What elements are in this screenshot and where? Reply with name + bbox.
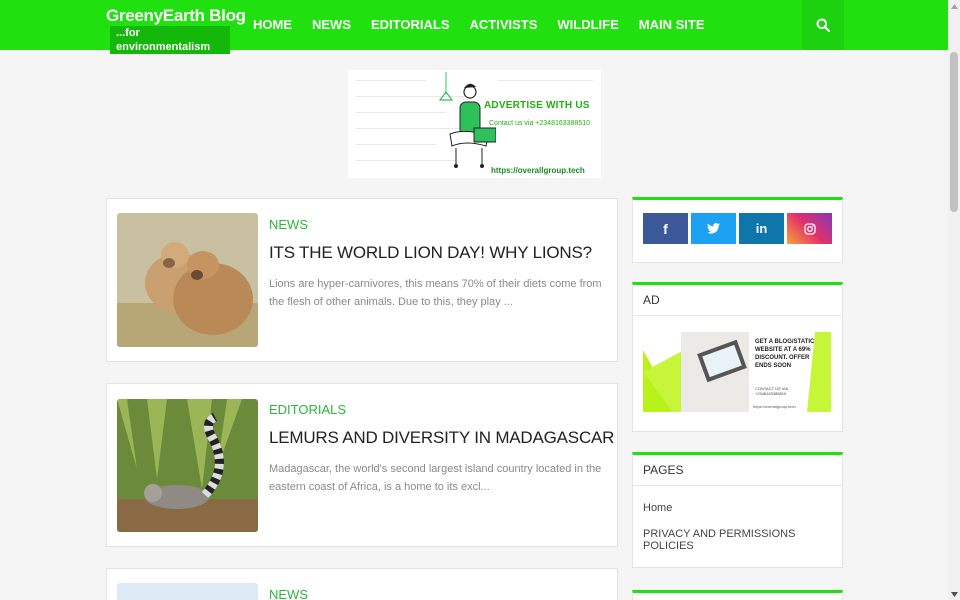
advertiser-illustration-icon xyxy=(438,72,496,168)
post-snippet: Lions are hyper-carnivores, this means 7… xyxy=(269,278,602,308)
post-title[interactable]: LEMURS AND DIVERSITY IN MADAGASCAR xyxy=(269,428,614,448)
ad-contact: Contact us via +2348163388510 xyxy=(489,120,590,127)
post-category[interactable]: EDITORIALS xyxy=(269,402,346,417)
post-card: NEWS ITS THE WORLD LION DAY! WHY LIONS? … xyxy=(106,198,618,362)
sidebar-ad-text: GET A BLOG/STATIC WEBSITE AT A 69% DISCO… xyxy=(755,339,815,369)
ad-url[interactable]: https://overallgroup.tech xyxy=(491,166,585,175)
scroll-up-arrow-icon[interactable] xyxy=(948,0,960,12)
instagram-icon xyxy=(803,222,816,235)
facebook-button[interactable]: f xyxy=(643,213,688,244)
widget-title: AD xyxy=(633,285,842,316)
post-category[interactable]: NEWS xyxy=(269,587,308,600)
nav-home[interactable]: HOME xyxy=(243,0,302,50)
page-link-privacy[interactable]: PRIVACY AND PERMISSIONS POLICIES xyxy=(633,528,842,552)
site-header: GreenyEarth Blog ...for environmentalism… xyxy=(0,0,948,54)
widget-title: PAGES xyxy=(633,455,842,486)
post-card: EDITORIALS LEMURS AND DIVERSITY IN MADAG… xyxy=(106,383,618,547)
linkedin-icon: in xyxy=(755,221,768,236)
scroll-thumb[interactable] xyxy=(950,52,958,212)
logo-subtitle: ...for environmentalism xyxy=(110,26,230,54)
nav-news[interactable]: NEWS xyxy=(302,0,361,50)
post-thumbnail[interactable] xyxy=(117,583,258,600)
nav-activists[interactable]: ACTIVISTS xyxy=(460,0,548,50)
nav-editorials[interactable]: EDITORIALS xyxy=(361,0,460,50)
pages-widget: PAGES Home PRIVACY AND PERMISSIONS POLIC… xyxy=(632,452,843,568)
search-icon xyxy=(816,18,830,32)
social-widget: f in xyxy=(632,197,843,263)
post-category[interactable]: NEWS xyxy=(269,217,308,232)
main-nav: HOME NEWS EDITORIALS ACTIVISTS WILDLIFE … xyxy=(243,0,715,50)
instagram-button[interactable] xyxy=(787,213,832,244)
post-thumbnail-lemur[interactable] xyxy=(117,399,258,532)
ad-widget: AD GET A BLOG/STATIC WEBSITE AT A 69% DI… xyxy=(632,282,843,432)
post-title[interactable]: ITS THE WORLD LION DAY! WHY LIONS? xyxy=(269,243,592,263)
site-logo[interactable]: GreenyEarth Blog ...for environmentalism xyxy=(106,6,246,54)
ad-headline: ADVERTISE WITH US xyxy=(484,100,590,111)
page-link-home[interactable]: Home xyxy=(633,502,842,514)
sidebar-ad-image[interactable]: GET A BLOG/STATIC WEBSITE AT A 69% DISCO… xyxy=(643,332,831,412)
search-button[interactable] xyxy=(802,0,844,50)
sidebar-ad-contact: CONTACT US VIA +2348163388510 xyxy=(755,386,788,396)
twitter-button[interactable] xyxy=(691,213,736,244)
nav-wildlife[interactable]: WILDLIFE xyxy=(547,0,628,50)
post-thumbnail-lions[interactable] xyxy=(117,213,258,347)
post-snippet: Madagascar, the world's second largest i… xyxy=(269,463,602,493)
sidebar-ad-url: https://overallgroup.tech xyxy=(753,404,796,409)
twitter-icon xyxy=(707,223,720,234)
sidebar-widget xyxy=(632,590,843,600)
nav-main-site[interactable]: MAIN SITE xyxy=(629,0,715,50)
post-card: NEWS xyxy=(106,568,618,600)
facebook-icon: f xyxy=(663,220,668,237)
scroll-down-arrow-icon[interactable] xyxy=(948,588,960,600)
advertise-banner[interactable]: ADVERTISE WITH US Contact us via +234816… xyxy=(348,70,601,178)
page-scrollbar[interactable] xyxy=(948,0,960,600)
logo-title[interactable]: GreenyEarth Blog xyxy=(106,6,246,26)
linkedin-button[interactable]: in xyxy=(739,213,784,244)
